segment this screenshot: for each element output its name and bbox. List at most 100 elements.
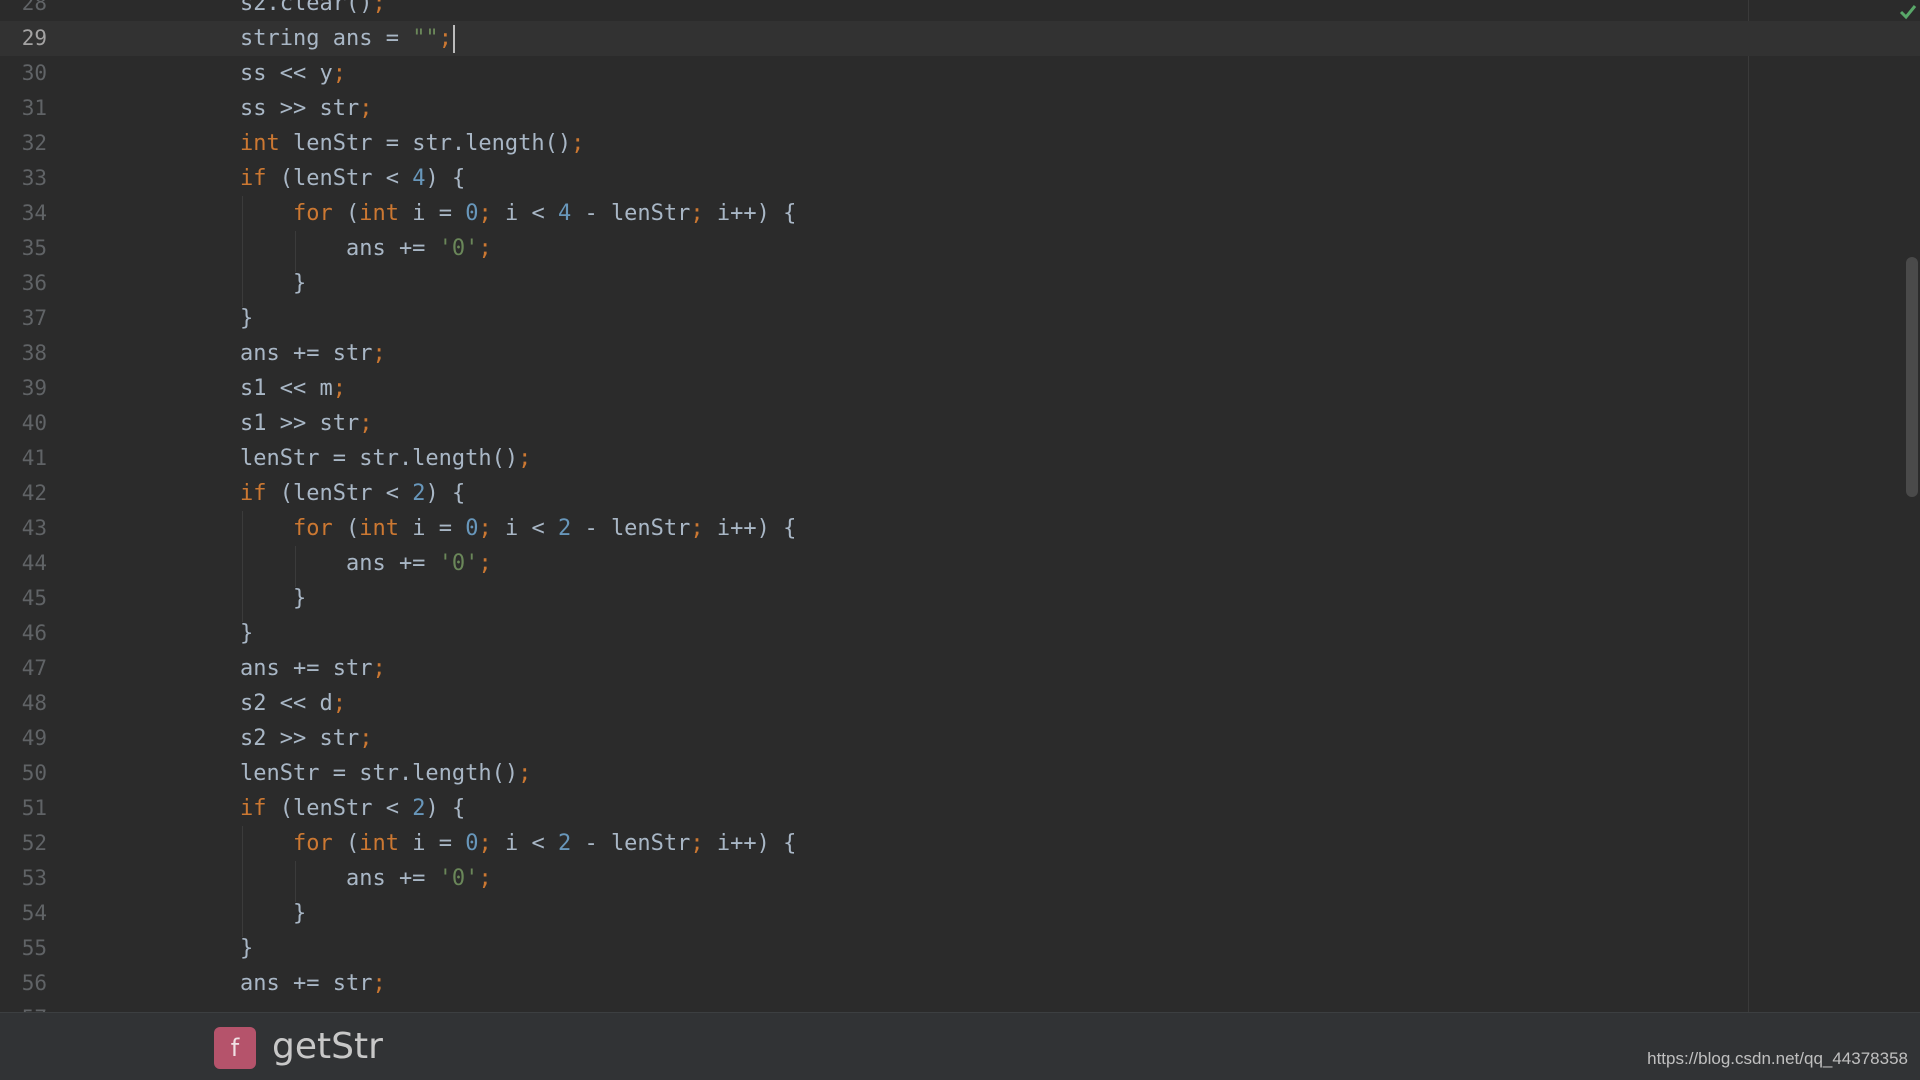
code-text: ss << y; bbox=[240, 56, 346, 91]
line-number: 34 bbox=[21, 201, 47, 225]
vertical-scrollbar-thumb[interactable] bbox=[1906, 257, 1918, 497]
code-line[interactable]: 44 ans += '0'; bbox=[0, 546, 1920, 581]
code-token: ( bbox=[332, 201, 360, 226]
code-token: } bbox=[240, 586, 307, 611]
code-token: (lenStr < bbox=[266, 166, 413, 191]
code-token: 2 bbox=[557, 831, 572, 856]
code-text: ans += str; bbox=[240, 651, 386, 686]
code-token: ; bbox=[518, 761, 532, 786]
code-token: i < bbox=[491, 516, 558, 541]
code-token: ans += bbox=[240, 236, 439, 261]
code-token: ans += bbox=[240, 551, 439, 576]
code-token: for bbox=[292, 201, 333, 226]
code-line[interactable]: 34 for (int i = 0; i < 4 - lenStr; i++) … bbox=[0, 196, 1920, 231]
code-token: ; bbox=[518, 446, 532, 471]
code-text: ss >> str; bbox=[240, 91, 372, 126]
code-line[interactable]: 47 ans += str; bbox=[0, 651, 1920, 686]
watermark-text: https://blog.csdn.net/qq_44378358 bbox=[1647, 1049, 1908, 1068]
line-number: 43 bbox=[21, 516, 47, 540]
code-line[interactable]: 50 lenStr = str.length(); bbox=[0, 756, 1920, 791]
code-token: ; bbox=[332, 61, 346, 86]
line-number: 30 bbox=[21, 61, 47, 85]
code-line[interactable]: 30 ss << y; bbox=[0, 56, 1920, 91]
code-text: lenStr = str.length(); bbox=[240, 441, 531, 476]
code-line[interactable]: 33 if (lenStr < 4) { bbox=[0, 161, 1920, 196]
indent-guide bbox=[294, 546, 296, 587]
code-line[interactable]: 40 s1 >> str; bbox=[0, 406, 1920, 441]
code-token: i < bbox=[491, 831, 558, 856]
code-line[interactable]: 28 s2.clear(); bbox=[0, 0, 1920, 21]
line-number: 48 bbox=[21, 691, 47, 715]
code-text: ans += str; bbox=[240, 966, 386, 1001]
code-token: for bbox=[292, 831, 333, 856]
code-editor[interactable]: 28 s2.clear(); 29 string ans = ""; 30 ss << y… bbox=[0, 0, 1920, 1080]
line-number: 55 bbox=[21, 936, 47, 960]
code-line[interactable]: 53 ans += '0'; bbox=[0, 861, 1920, 896]
code-line[interactable]: 32 int lenStr = str.length(); bbox=[0, 126, 1920, 161]
line-number: 42 bbox=[21, 481, 47, 505]
code-text: s2.clear(); bbox=[240, 0, 386, 21]
code-token: ; bbox=[372, 971, 386, 996]
code-text: ans += str; bbox=[240, 336, 386, 371]
code-token: s2 << d bbox=[240, 691, 333, 716]
code-line[interactable]: 46} bbox=[0, 616, 1920, 651]
indent-guide bbox=[294, 861, 296, 902]
code-line[interactable]: 51 if (lenStr < 2) { bbox=[0, 791, 1920, 826]
code-line[interactable]: 52 for (int i = 0; i < 2 - lenStr; i++) … bbox=[0, 826, 1920, 861]
code-line[interactable]: 57 bbox=[0, 1001, 1920, 1012]
code-token: s1 << m bbox=[240, 376, 333, 401]
code-line[interactable]: 35 ans += '0'; bbox=[0, 231, 1920, 266]
code-line[interactable]: 55} bbox=[0, 931, 1920, 966]
code-line[interactable]: 31 ss >> str; bbox=[0, 91, 1920, 126]
code-token: ; bbox=[478, 516, 492, 541]
code-token: - lenStr bbox=[571, 516, 691, 541]
code-text: ans += '0'; bbox=[240, 231, 492, 266]
code-token: '0' bbox=[438, 236, 479, 261]
code-token: (lenStr < bbox=[266, 481, 413, 506]
code-token: i++) { bbox=[703, 831, 797, 856]
line-number: 44 bbox=[21, 551, 47, 575]
code-token: int bbox=[359, 201, 399, 226]
code-token: 2 bbox=[557, 516, 572, 541]
breadcrumb-bar: f getStr https://blog.csdn.net/qq_443783… bbox=[0, 1012, 1920, 1080]
code-token: s2.clear() bbox=[240, 0, 373, 16]
breadcrumb-function-name[interactable]: getStr bbox=[272, 1025, 383, 1069]
code-token: ; bbox=[690, 516, 704, 541]
code-token: "" bbox=[412, 26, 439, 51]
code-text: ans += '0'; bbox=[240, 861, 492, 896]
indent-guide bbox=[294, 231, 296, 272]
code-line[interactable]: 37} bbox=[0, 301, 1920, 336]
code-line[interactable]: 49 s2 >> str; bbox=[0, 721, 1920, 756]
code-token: i < bbox=[491, 201, 558, 226]
code-text: string ans = ""; bbox=[240, 21, 455, 56]
code-text: } bbox=[240, 266, 306, 301]
code-token: i = bbox=[398, 516, 466, 541]
code-line[interactable]: 48 s2 << d; bbox=[0, 686, 1920, 721]
code-area[interactable]: 28 s2.clear(); 29 string ans = ""; 30 ss << y… bbox=[0, 0, 1920, 1012]
code-token: s1 >> str bbox=[240, 411, 360, 436]
code-line[interactable]: 39 s1 << m; bbox=[0, 371, 1920, 406]
code-token: 4 bbox=[412, 166, 426, 191]
line-number: 41 bbox=[21, 446, 47, 470]
code-token: ) { bbox=[425, 796, 466, 821]
code-line[interactable]: 42 if (lenStr < 2) { bbox=[0, 476, 1920, 511]
line-number: 57 bbox=[0, 1001, 47, 1012]
code-line[interactable]: 45 } bbox=[0, 581, 1920, 616]
line-number: 38 bbox=[21, 341, 47, 365]
code-token: ss << y bbox=[240, 61, 333, 86]
code-line[interactable]: 41 lenStr = str.length(); bbox=[0, 441, 1920, 476]
code-line[interactable]: 36 } bbox=[0, 266, 1920, 301]
code-token: ss >> str bbox=[240, 96, 360, 121]
code-line[interactable]: 43 for (int i = 0; i < 2 - lenStr; i++) … bbox=[0, 511, 1920, 546]
code-token: ; bbox=[332, 691, 346, 716]
code-text: s2 >> str; bbox=[240, 721, 372, 756]
code-line[interactable]: 29 string ans = ""; bbox=[0, 21, 1920, 56]
code-line[interactable]: 56 ans += str; bbox=[0, 966, 1920, 1001]
code-token: ans += str bbox=[240, 341, 373, 366]
code-line[interactable]: 54 } bbox=[0, 896, 1920, 931]
code-line[interactable]: 38 ans += str; bbox=[0, 336, 1920, 371]
line-number: 46 bbox=[21, 621, 47, 645]
line-number: 47 bbox=[21, 656, 47, 680]
